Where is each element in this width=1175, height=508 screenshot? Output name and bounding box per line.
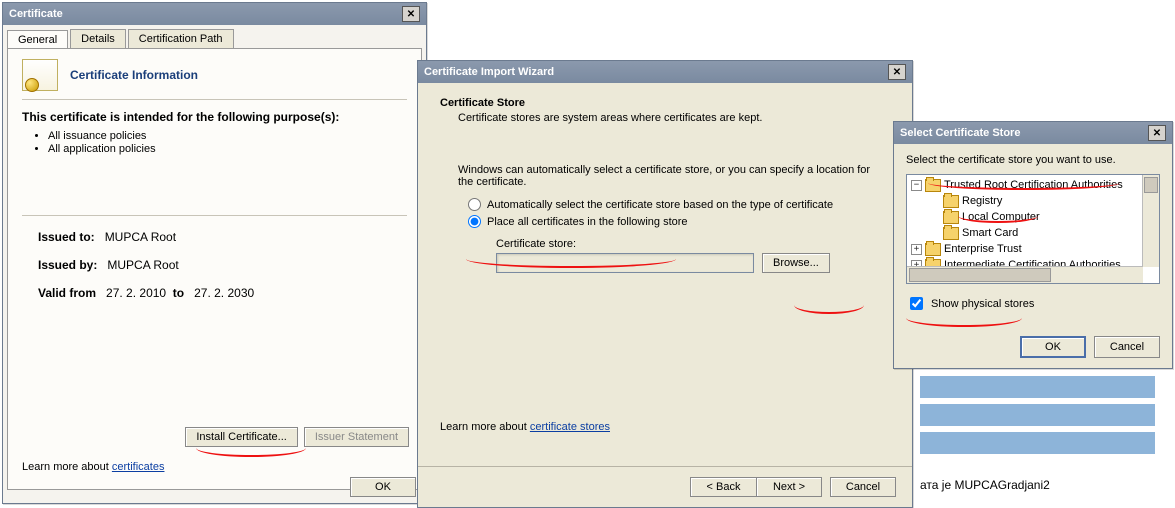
wizard-title: Certificate Import Wizard: [424, 66, 554, 78]
back-button[interactable]: < Back: [690, 477, 756, 497]
close-icon[interactable]: ✕: [1148, 125, 1166, 141]
tab-general[interactable]: General: [7, 30, 68, 49]
valid-row: Valid from 27. 2. 2010 to 27. 2. 2030: [22, 286, 407, 300]
select-store-prompt: Select the certificate store you want to…: [906, 154, 1160, 166]
background-text: ата је MUPCAGradjani2: [920, 478, 1050, 492]
radio-auto-select[interactable]: Automatically select the certificate sto…: [468, 198, 890, 211]
certificate-store-label: Certificate store:: [496, 238, 890, 250]
learn-more-prefix: Learn more about: [440, 421, 530, 433]
tab-body-general: Certificate Information This certificate…: [7, 48, 422, 490]
wizard-window: Certificate Import Wizard ✕ Certificate …: [417, 60, 913, 508]
tab-certification-path[interactable]: Certification Path: [128, 29, 234, 48]
show-physical-label: Show physical stores: [931, 298, 1034, 310]
certificate-window: Certificate ✕ General Details Certificat…: [2, 2, 427, 504]
learn-more-row: Learn more about certificates: [22, 461, 164, 473]
issued-by-row: Issued by: MUPCA Root: [22, 258, 407, 272]
purpose-item: All issuance policies: [48, 130, 407, 142]
purpose-item: All application policies: [48, 143, 407, 155]
show-physical-checkbox[interactable]: [910, 297, 923, 310]
background-stripe: [920, 404, 1155, 426]
annotation-mark: [196, 448, 306, 457]
issued-by-value: MUPCA Root: [107, 258, 178, 272]
cancel-button[interactable]: Cancel: [830, 477, 896, 497]
radio-place-input[interactable]: [468, 215, 481, 228]
tree-item-trusted-root[interactable]: Trusted Root Certification Authorities: [944, 179, 1123, 191]
background-stripe: [920, 376, 1155, 398]
valid-to-value: 27. 2. 2030: [194, 286, 254, 300]
wizard-body-text: Windows can automatically select a certi…: [458, 164, 888, 188]
annotation-mark: [906, 318, 1022, 327]
wizard-button-bar: < Back Next > Cancel: [418, 466, 912, 507]
select-store-cancel-button[interactable]: Cancel: [1094, 336, 1160, 358]
folder-icon: [925, 243, 941, 256]
tree-item-local-computer[interactable]: Local Computer: [962, 211, 1040, 223]
radio-auto-label: Automatically select the certificate sto…: [487, 199, 833, 211]
next-button[interactable]: Next >: [756, 477, 822, 497]
install-certificate-button[interactable]: Install Certificate...: [185, 427, 297, 447]
certificate-info-heading: Certificate Information: [70, 68, 198, 82]
purpose-list: All issuance policies All application po…: [48, 130, 407, 155]
tab-details[interactable]: Details: [70, 29, 126, 48]
close-icon[interactable]: ✕: [888, 64, 906, 80]
wizard-description: Certificate stores are system areas wher…: [458, 112, 890, 124]
divider: [22, 215, 407, 216]
select-store-title: Select Certificate Store: [900, 127, 1020, 139]
divider: [22, 99, 407, 100]
radio-place-all[interactable]: Place all certificates in the following …: [468, 215, 890, 228]
radio-place-label: Place all certificates in the following …: [487, 216, 688, 228]
certificate-tabs: General Details Certification Path: [7, 29, 422, 48]
folder-icon: [943, 195, 959, 208]
show-physical-stores[interactable]: Show physical stores: [906, 294, 1160, 313]
certificate-title: Certificate: [9, 8, 63, 20]
wizard-learn-row: Learn more about certificate stores: [440, 421, 610, 433]
folder-icon: [925, 179, 941, 192]
certificate-icon: [22, 59, 58, 91]
radio-auto-input[interactable]: [468, 198, 481, 211]
tree-item-enterprise-trust[interactable]: Enterprise Trust: [944, 243, 1022, 255]
certificate-stores-link[interactable]: certificate stores: [530, 421, 610, 433]
tree-item-smart-card[interactable]: Smart Card: [962, 227, 1018, 239]
wizard-titlebar[interactable]: Certificate Import Wizard ✕: [418, 61, 912, 83]
valid-to-label: to: [173, 286, 184, 300]
folder-icon: [943, 227, 959, 240]
learn-more-prefix: Learn more about: [22, 461, 112, 473]
certificate-ok-button[interactable]: OK: [350, 477, 416, 497]
tree-item-registry[interactable]: Registry: [962, 195, 1002, 207]
certificate-store-input[interactable]: [496, 253, 754, 273]
select-store-titlebar[interactable]: Select Certificate Store ✕: [894, 122, 1172, 144]
wizard-heading: Certificate Store: [440, 97, 890, 109]
tree-vertical-scrollbar[interactable]: [1142, 175, 1159, 267]
issuer-statement-button: Issuer Statement: [304, 427, 409, 447]
select-store-ok-button[interactable]: OK: [1020, 336, 1086, 358]
folder-icon: [943, 211, 959, 224]
close-icon[interactable]: ✕: [402, 6, 420, 22]
background-stripe: [920, 432, 1155, 454]
annotation-mark: [794, 305, 864, 314]
issued-to-label: Issued to:: [38, 230, 95, 244]
tree-horizontal-scrollbar[interactable]: [907, 266, 1143, 283]
certificate-titlebar[interactable]: Certificate ✕: [3, 3, 426, 25]
valid-from-value: 27. 2. 2010: [106, 286, 166, 300]
issued-to-row: Issued to: MUPCA Root: [22, 230, 407, 244]
certificates-link[interactable]: certificates: [112, 461, 165, 473]
purpose-heading: This certificate is intended for the fol…: [22, 110, 407, 124]
tree-collapse-icon[interactable]: −: [911, 180, 922, 191]
valid-from-label: Valid from: [38, 286, 96, 300]
select-store-window: Select Certificate Store ✕ Select the ce…: [893, 121, 1173, 369]
browse-button[interactable]: Browse...: [762, 253, 830, 273]
issued-to-value: MUPCA Root: [105, 230, 176, 244]
certificate-store-tree[interactable]: − Trusted Root Certification Authorities…: [906, 174, 1160, 284]
tree-expand-icon[interactable]: +: [911, 244, 922, 255]
issued-by-label: Issued by:: [38, 258, 97, 272]
